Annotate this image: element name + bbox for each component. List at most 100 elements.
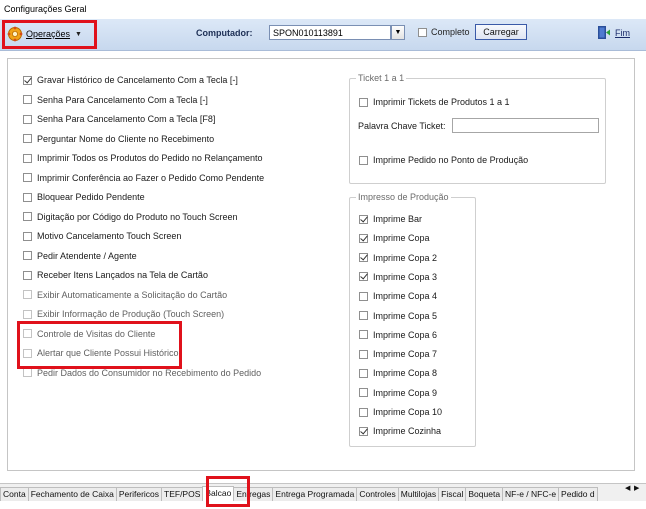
- tab-entrega-programada[interactable]: Entrega Programada: [272, 487, 358, 501]
- option-checkbox[interactable]: Motivo Cancelamento Touch Screen: [23, 230, 181, 242]
- tab-fechamento-de-caixa[interactable]: Fechamento de Caixa: [27, 487, 117, 501]
- tab-perifericos[interactable]: Perifericos: [115, 487, 163, 501]
- option-checkbox[interactable]: Imprimir Conferência ao Fazer o Pedido C…: [23, 172, 264, 184]
- option-checkbox[interactable]: Digitação por Código do Produto no Touch…: [23, 211, 237, 223]
- option-checkbox[interactable]: Gravar Histórico de Cancelamento Com a T…: [23, 74, 238, 86]
- impresso-checkbox[interactable]: Imprime Copa: [359, 232, 430, 244]
- option-checkbox[interactable]: Bloquear Pedido Pendente: [23, 191, 145, 203]
- checkbox-box[interactable]: [23, 348, 32, 358]
- checkbox-box[interactable]: [359, 311, 368, 320]
- tab-fiscal[interactable]: Fiscal: [438, 487, 467, 501]
- option-label: Exibir Automaticamente a Solicitação do …: [37, 289, 228, 300]
- tab-boqueta[interactable]: Boqueta: [465, 487, 504, 501]
- option-checkbox[interactable]: Exibir Informação de Produção (Touch Scr…: [23, 308, 224, 320]
- imprime-pedido-box[interactable]: [359, 155, 368, 165]
- impresso-checkbox[interactable]: Imprime Copa 2: [359, 252, 437, 264]
- tab-conta[interactable]: Conta: [0, 487, 29, 501]
- checkbox-box[interactable]: [23, 368, 32, 377]
- impresso-checkbox[interactable]: Imprime Copa 3: [359, 271, 437, 283]
- tab-controles[interactable]: Controles: [356, 487, 399, 501]
- computador-dropdown-button[interactable]: ▼: [391, 25, 405, 40]
- tab-pedido-d[interactable]: Pedido d: [558, 487, 598, 501]
- fim-label: Fim: [615, 27, 630, 38]
- impresso-label: Imprime Bar: [373, 214, 423, 224]
- imprimir-tickets-label: Imprimir Tickets de Produtos 1 a 1: [373, 97, 510, 107]
- tab-multilojas[interactable]: Multilojas: [397, 487, 440, 501]
- option-checkbox[interactable]: Senha Para Cancelamento Com a Tecla [F8]: [23, 113, 215, 125]
- impresso-checkbox[interactable]: Imprime Copa 7: [359, 348, 437, 360]
- checkbox-box[interactable]: [23, 212, 32, 221]
- imprime-pedido-checkbox[interactable]: Imprime Pedido no Ponto de Produção: [359, 154, 528, 166]
- checkbox-box[interactable]: [23, 231, 32, 241]
- checkbox-box[interactable]: [23, 114, 32, 124]
- checkbox-box[interactable]: [23, 153, 32, 163]
- impresso-checkbox[interactable]: Imprime Copa 8: [359, 367, 437, 379]
- computador-select[interactable]: [269, 25, 391, 40]
- completo-checkbox[interactable]: Completo: [418, 27, 470, 37]
- checkbox-box[interactable]: [23, 309, 32, 319]
- option-checkbox[interactable]: Pedir Dados do Consumidor no Recebimento…: [23, 367, 261, 379]
- imprimir-tickets-checkbox[interactable]: Imprimir Tickets de Produtos 1 a 1: [359, 96, 510, 108]
- imprimir-tickets-box[interactable]: [359, 97, 368, 107]
- palavra-chave-label: Palavra Chave Ticket:: [358, 121, 446, 131]
- option-label: Alertar que Cliente Possui Histórico: [37, 348, 179, 358]
- tab-balcao[interactable]: Balcao: [202, 486, 235, 501]
- impresso-checkbox[interactable]: Imprime Bar: [359, 213, 422, 225]
- option-checkbox[interactable]: Controle de Visitas do Cliente: [23, 328, 155, 340]
- option-checkbox[interactable]: Receber Itens Lançados na Tela de Cartão: [23, 269, 208, 281]
- option-checkbox[interactable]: Perguntar Nome do Cliente no Recebimento: [23, 133, 214, 145]
- impresso-checkbox[interactable]: Imprime Copa 10: [359, 406, 442, 418]
- checkbox-box[interactable]: [359, 368, 368, 378]
- tab-entregas[interactable]: Entregas: [233, 487, 274, 501]
- option-checkbox[interactable]: Alertar que Cliente Possui Histórico: [23, 347, 179, 359]
- option-checkbox[interactable]: Pedir Atendente / Agente: [23, 250, 137, 262]
- impresso-checkbox[interactable]: Imprime Copa 9: [359, 387, 437, 399]
- checkbox-box[interactable]: [23, 270, 32, 280]
- impresso-checkbox[interactable]: Imprime Copa 6: [359, 329, 437, 341]
- option-label: Senha Para Cancelamento Com a Tecla [-]: [37, 94, 208, 105]
- operacoes-label: Operações: [26, 29, 71, 39]
- checkbox-box[interactable]: [359, 272, 368, 282]
- tab-scroll-right-icon[interactable]: ▶: [634, 484, 639, 492]
- option-checkbox[interactable]: Exibir Automaticamente a Solicitação do …: [23, 289, 227, 301]
- checkbox-box[interactable]: [359, 388, 368, 398]
- impresso-checkbox[interactable]: Imprime Cozinha: [359, 425, 441, 437]
- tab-scroll-left-icon[interactable]: ◀: [625, 484, 630, 492]
- option-label: Bloquear Pedido Pendente: [37, 192, 145, 202]
- impresso-checkbox[interactable]: Imprime Copa 4: [359, 290, 437, 302]
- checkbox-box[interactable]: [23, 173, 32, 182]
- completo-label: Completo: [431, 27, 470, 37]
- fim-button[interactable]: Fim: [597, 25, 630, 40]
- checkbox-box[interactable]: [23, 192, 32, 202]
- checkbox-box[interactable]: [23, 95, 32, 104]
- checkbox-box[interactable]: [359, 426, 368, 436]
- checkbox-box[interactable]: [23, 329, 32, 338]
- checkbox-box[interactable]: [359, 349, 368, 359]
- checkbox-box[interactable]: [359, 253, 368, 263]
- operacoes-menu-button[interactable]: Operações ▼: [7, 25, 91, 43]
- impresso-label: Imprime Copa 8: [373, 368, 438, 379]
- checkbox-box[interactable]: [359, 214, 368, 224]
- chevron-down-icon: ▼: [75, 30, 82, 38]
- tab-nf-e-nfc-e[interactable]: NF-e / NFC-e: [502, 487, 560, 501]
- checkbox-box[interactable]: [359, 291, 368, 301]
- checkbox-box[interactable]: [359, 330, 368, 340]
- tab-tef-pos[interactable]: TEF/POS: [161, 487, 204, 501]
- impresso-checkbox[interactable]: Imprime Copa 5: [359, 310, 437, 322]
- balcao-panel: Gravar Histórico de Cancelamento Com a T…: [7, 58, 635, 471]
- ticket-group-title: Ticket 1 a 1: [356, 73, 407, 83]
- checkbox-box[interactable]: [359, 233, 368, 243]
- checkbox-box[interactable]: [23, 134, 32, 143]
- completo-checkbox-box[interactable]: [418, 27, 427, 37]
- carregar-button[interactable]: Carregar: [475, 24, 527, 40]
- impresso-label: Imprime Copa: [373, 233, 430, 244]
- checkbox-box[interactable]: [23, 75, 32, 85]
- checkbox-box[interactable]: [23, 251, 32, 260]
- checkbox-box[interactable]: [23, 290, 32, 299]
- option-label: Digitação por Código do Produto no Touch…: [37, 211, 238, 222]
- option-checkbox[interactable]: Senha Para Cancelamento Com a Tecla [-]: [23, 94, 208, 106]
- option-label: Pedir Atendente / Agente: [37, 250, 137, 261]
- palavra-chave-input[interactable]: [452, 118, 599, 133]
- option-checkbox[interactable]: Imprimir Todos os Produtos do Pedido no …: [23, 152, 262, 164]
- checkbox-box[interactable]: [359, 407, 368, 417]
